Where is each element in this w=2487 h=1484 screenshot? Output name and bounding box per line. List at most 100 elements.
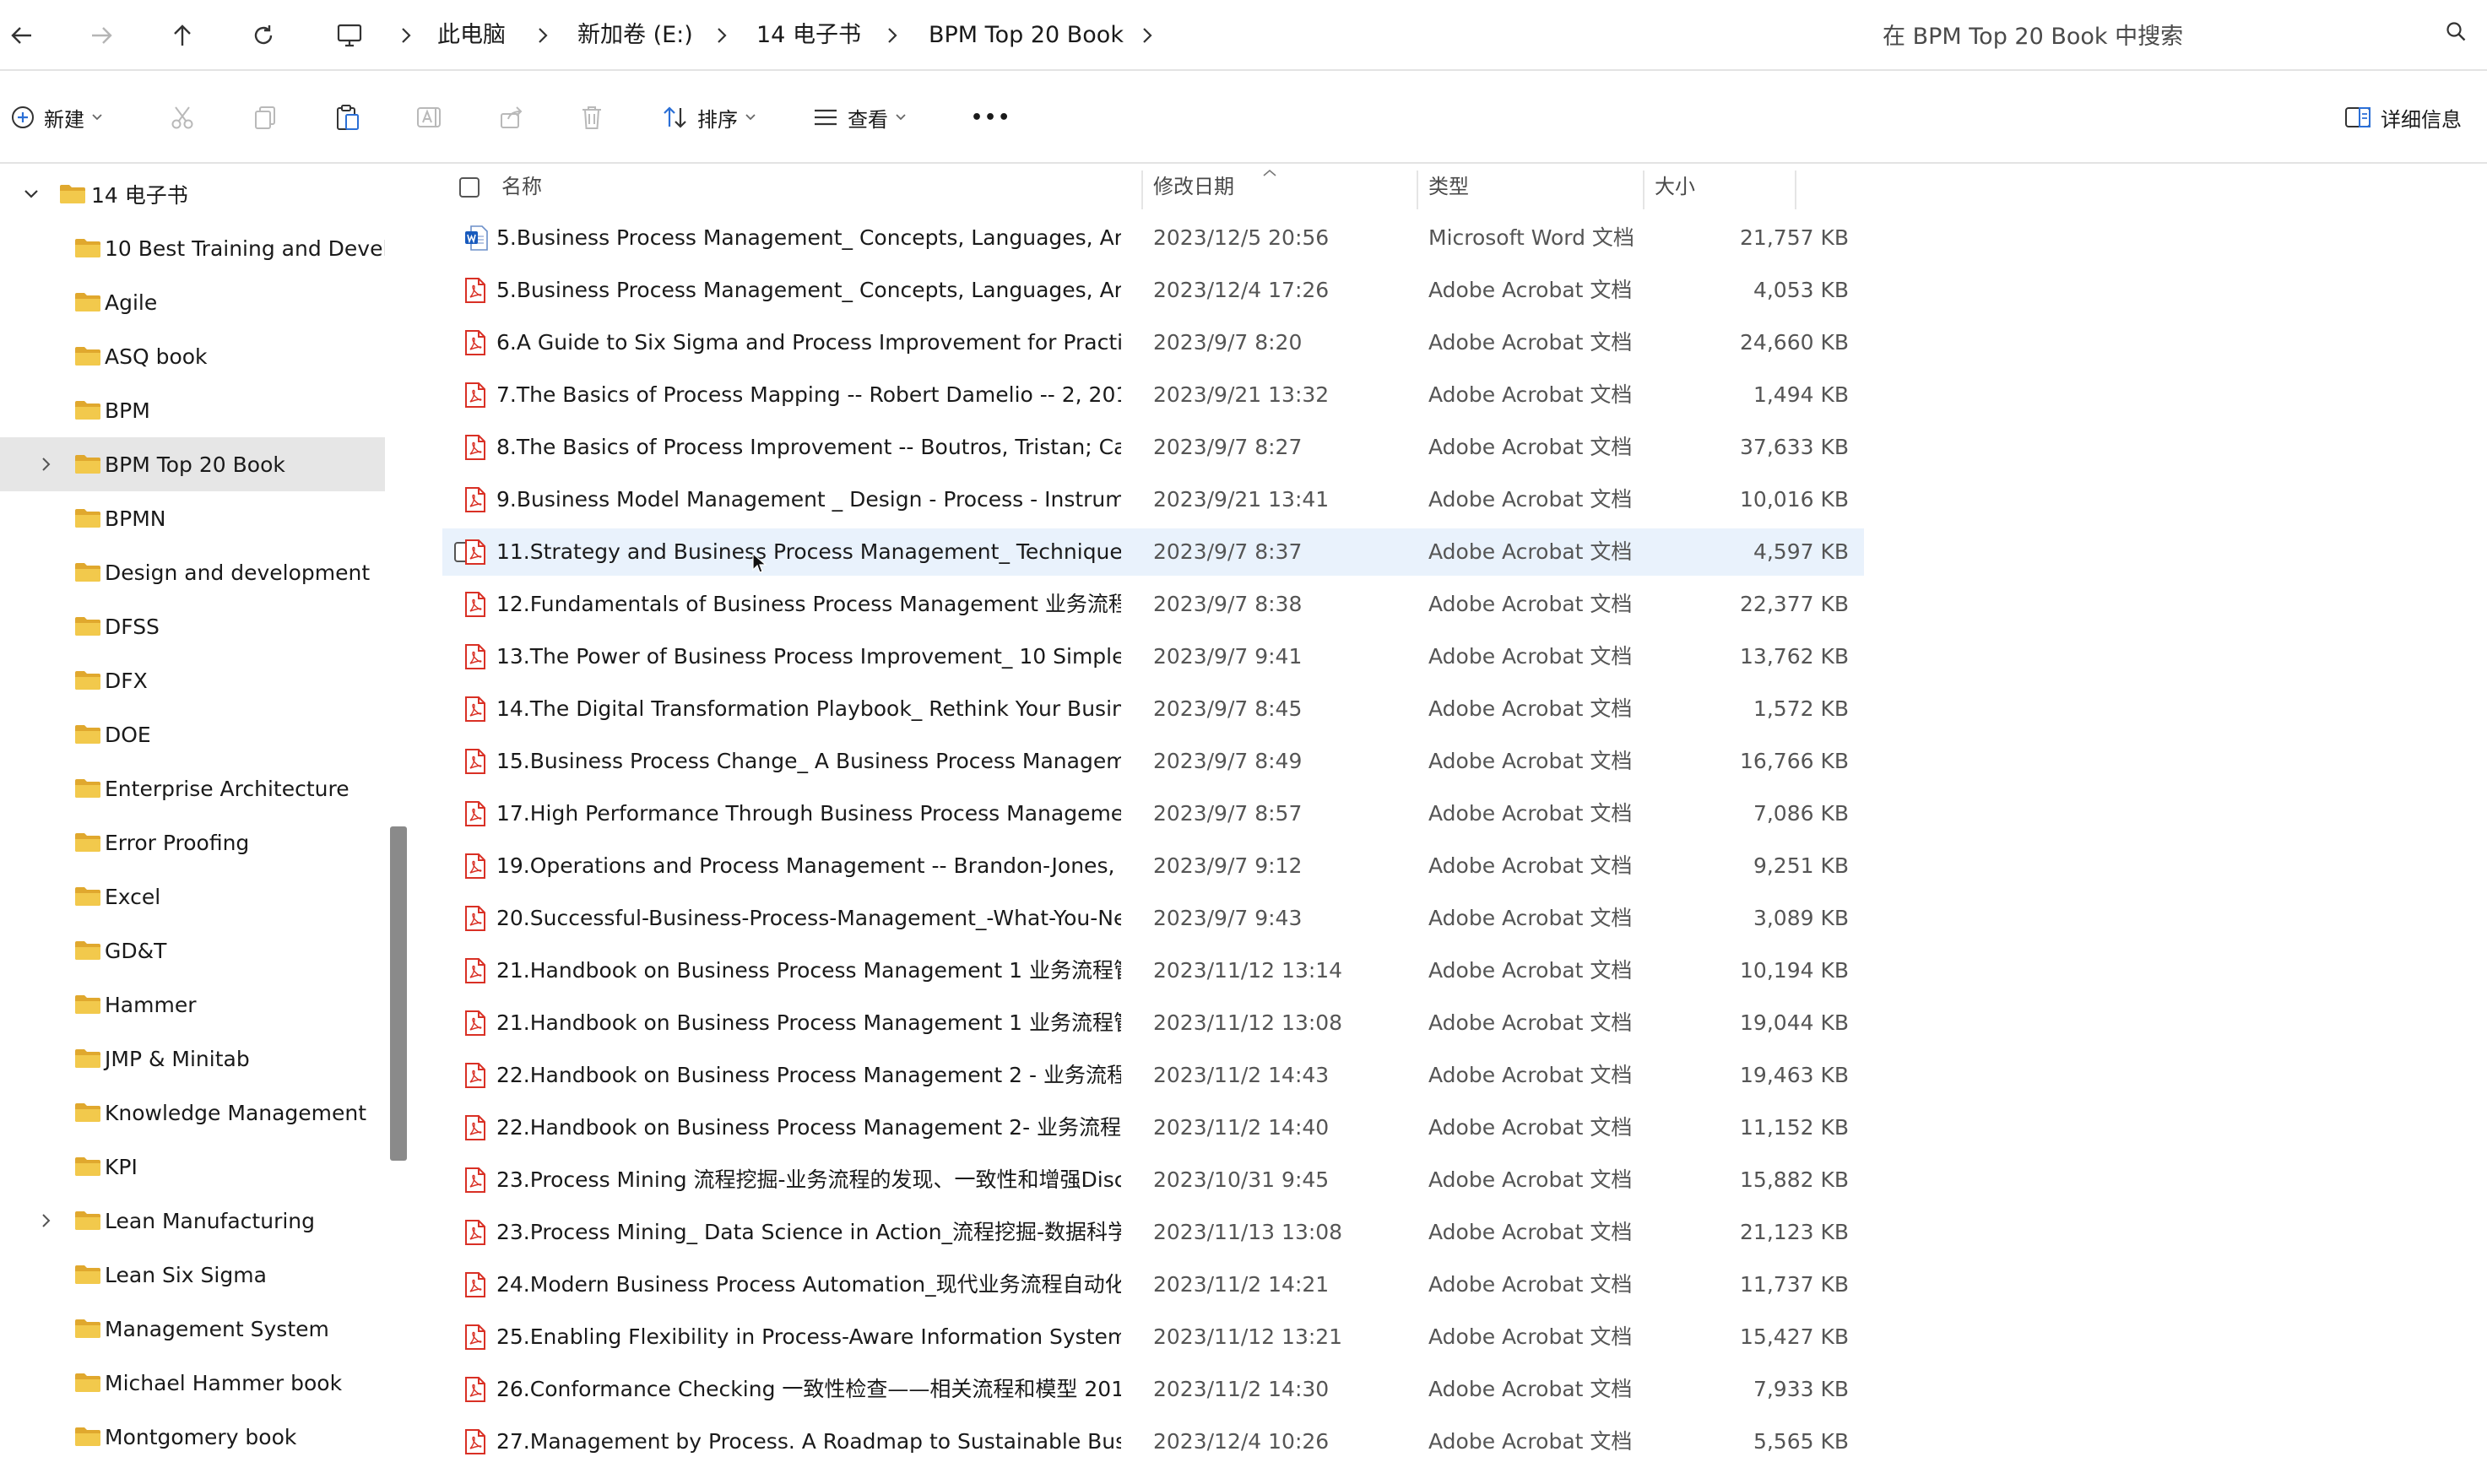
breadcrumb-ebooks[interactable]: 14 电子书 (756, 15, 861, 56)
sidebar-item[interactable]: Enterprise Architecture (0, 761, 385, 815)
breadcrumb-current-folder[interactable]: BPM Top 20 Book (929, 15, 1124, 56)
file-size: 11,152 KB (1740, 1115, 1849, 1140)
search-icon[interactable] (2445, 20, 2473, 49)
details-pane-button[interactable]: 详细信息 (2343, 95, 2462, 140)
file-row[interactable]: 22.Handbook on Business Process Manageme… (442, 1052, 1864, 1099)
file-name: 19.Operations and Process Management -- … (496, 853, 1121, 878)
select-all-checkbox[interactable] (459, 177, 480, 198)
folder-icon (74, 292, 101, 312)
sidebar-item[interactable]: Knowledge Management (0, 1086, 385, 1140)
rename-button[interactable] (415, 95, 444, 140)
file-row[interactable]: 20.Successful-Business-Process-Managemen… (442, 895, 1864, 942)
sidebar-item[interactable]: Error Proofing (0, 815, 385, 869)
file-row[interactable]: 22.Handbook on Business Process Manageme… (442, 1104, 1864, 1151)
file-row[interactable]: 24.Modern Business Process Automation_现代… (442, 1261, 1864, 1308)
sidebar-item[interactable]: Hammer (0, 978, 385, 1032)
sidebar-item[interactable]: 10 Best Training and Develop (0, 221, 385, 275)
file-row[interactable]: 26.Conformance Checking 一致性检查——相关流程和模型 2… (442, 1366, 1864, 1413)
back-button[interactable] (0, 14, 44, 57)
sidebar-item[interactable]: Management System (0, 1302, 385, 1356)
pdf-icon (464, 1010, 486, 1037)
file-row[interactable]: 13.The Power of Business Process Improve… (442, 633, 1864, 680)
file-row[interactable]: 21.Handbook on Business Process Manageme… (442, 947, 1864, 994)
file-name: 23.Process Mining_ Data Science in Actio… (496, 1220, 1121, 1244)
sidebar-item[interactable]: BPM (0, 383, 385, 437)
file-row[interactable]: 21.Handbook on Business Process Manageme… (442, 999, 1864, 1047)
share-button[interactable] (498, 95, 525, 140)
sidebar-item[interactable]: ASQ book (0, 329, 385, 383)
paste-button[interactable] (334, 95, 361, 140)
pdf-icon (464, 800, 486, 827)
delete-button[interactable] (579, 95, 604, 140)
more-options-button[interactable]: ••• (971, 95, 1011, 140)
column-divider[interactable] (1643, 171, 1644, 209)
search-input[interactable] (1840, 12, 2487, 61)
sidebar-item[interactable]: JMP & Minitab (0, 1032, 385, 1086)
column-header-size[interactable]: 大小 (1655, 165, 1695, 208)
sidebar-item[interactable]: BPMN (0, 491, 385, 545)
sidebar-item[interactable]: BPM Top 20 Book (0, 437, 385, 491)
view-button[interactable]: 查看 (812, 95, 907, 140)
up-button[interactable] (160, 14, 204, 57)
chevron-right-icon[interactable] (34, 1208, 59, 1233)
sidebar-item[interactable]: DFX (0, 653, 385, 707)
file-row[interactable]: 23.Process Mining_ Data Science in Actio… (442, 1209, 1864, 1256)
sidebar-item-label: Lean Manufacturing (105, 1208, 316, 1233)
sidebar-item-root[interactable]: 14 电子书 (0, 167, 385, 221)
column-divider[interactable] (1141, 171, 1143, 209)
sidebar-item[interactable]: Michael Hammer book (0, 1356, 385, 1410)
folder-icon (74, 994, 101, 1015)
sidebar-item[interactable]: DFSS (0, 599, 385, 653)
sidebar-scrollbar-thumb[interactable] (390, 826, 407, 1161)
sidebar-item[interactable]: DOE (0, 707, 385, 761)
pdf-icon (464, 1219, 486, 1246)
new-button[interactable]: 新建 (10, 95, 103, 140)
file-row[interactable]: 25.Enabling Flexibility in Process-Aware… (442, 1313, 1864, 1361)
file-row[interactable]: 23.Process Mining 流程挖掘-业务流程的发现、一致性和增强Dis… (442, 1156, 1864, 1204)
forward-button[interactable] (79, 14, 123, 57)
file-row[interactable]: 7.The Basics of Process Mapping -- Rober… (442, 371, 1864, 419)
breadcrumb-separator[interactable] (393, 20, 419, 51)
column-header-type[interactable]: 类型 (1428, 165, 1469, 208)
arrow-right-icon (92, 27, 112, 44)
cut-button[interactable] (169, 95, 196, 140)
file-row[interactable]: 11.Strategy and Business Process Managem… (442, 528, 1864, 576)
sidebar-item[interactable]: Agile (0, 275, 385, 329)
file-row[interactable]: 5.Business Process Management_ Concepts,… (442, 267, 1864, 314)
file-row[interactable]: 12.Fundamentals of Business Process Mana… (442, 581, 1864, 628)
file-row[interactable]: 5.Business Process Management_ Concepts,… (442, 214, 1864, 262)
breadcrumb-separator[interactable] (709, 20, 734, 51)
sidebar-item[interactable]: Lean Manufacturing (0, 1194, 385, 1248)
file-row[interactable]: 15.Business Process Change_ A Business P… (442, 738, 1864, 785)
breadcrumb-dropdown[interactable] (1135, 20, 1160, 51)
file-row[interactable]: 17.High Performance Through Business Pro… (442, 790, 1864, 837)
file-row[interactable]: 27.Management by Process. A Roadmap to S… (442, 1418, 1864, 1465)
column-header-date[interactable]: 修改日期 (1153, 165, 1234, 208)
column-divider[interactable] (1795, 171, 1796, 209)
sidebar-item[interactable]: Design and development (0, 545, 385, 599)
file-row[interactable]: 8.The Basics of Process Improvement -- B… (442, 424, 1864, 471)
sidebar-item[interactable]: KPI (0, 1140, 385, 1194)
breadcrumb-drive-e[interactable]: 新加卷 (E:) (577, 15, 693, 56)
chevron-down-icon[interactable] (19, 181, 44, 207)
sidebar-item[interactable]: Excel (0, 869, 385, 923)
sort-button[interactable]: 排序 (662, 95, 756, 140)
breadcrumb-separator[interactable] (530, 20, 555, 51)
breadcrumb-this-pc[interactable]: 此电脑 (437, 15, 506, 56)
refresh-button[interactable] (241, 14, 285, 57)
sidebar-item[interactable]: Lean Six Sigma (0, 1248, 385, 1302)
chevron-right-icon[interactable] (34, 452, 59, 477)
this-pc-button[interactable] (328, 14, 371, 57)
breadcrumb-separator[interactable] (880, 20, 905, 51)
file-row[interactable]: 19.Operations and Process Management -- … (442, 842, 1864, 890)
file-date: 2023/9/7 8:37 (1153, 539, 1303, 564)
column-header-name[interactable]: 名称 (501, 165, 542, 208)
file-row[interactable]: 6.A Guide to Six Sigma and Process Impro… (442, 319, 1864, 366)
column-divider[interactable] (1417, 171, 1418, 209)
file-row[interactable]: 14.The Digital Transformation Playbook_ … (442, 685, 1864, 733)
sidebar-item[interactable]: Montgomery book (0, 1410, 385, 1464)
sidebar-item[interactable]: GD&T (0, 923, 385, 978)
sort-button-label: 排序 (697, 107, 738, 132)
copy-button[interactable] (252, 95, 279, 140)
file-row[interactable]: 9.Business Model Management _ Design - P… (442, 476, 1864, 523)
